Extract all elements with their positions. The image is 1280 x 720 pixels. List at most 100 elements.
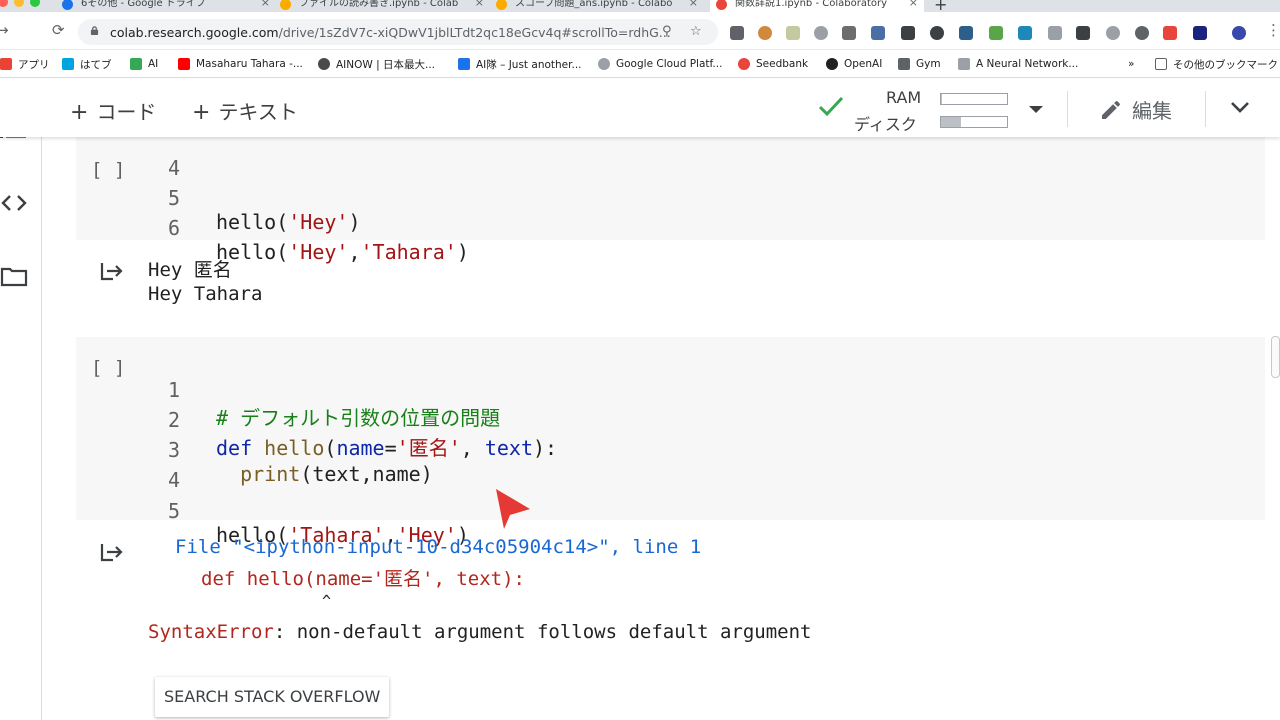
bookmark-gcp[interactable]: Google Cloud Platf... <box>598 56 722 72</box>
window-zoom-button[interactable] <box>30 0 40 7</box>
code-line: 6 hello('Hey','Tahara') <box>76 192 469 264</box>
code-snippets-icon[interactable] <box>0 193 28 213</box>
bookmark-gym[interactable]: Gym <box>898 56 941 72</box>
bookmark-label: OpenAI <box>844 58 883 70</box>
tab-close-icon[interactable]: × <box>475 0 484 8</box>
line-number: 2 <box>168 408 181 432</box>
bookmark-seedbank[interactable]: Seedbank <box>738 56 808 72</box>
notes-extension-icon[interactable] <box>786 26 800 40</box>
pdf-extension-icon[interactable] <box>1163 26 1177 40</box>
m-extension-icon[interactable] <box>1018 26 1032 40</box>
line-number: 4 <box>168 468 181 492</box>
bookmark-openai[interactable]: OpenAI <box>826 56 882 72</box>
bookmark-label: Google Cloud Platf... <box>616 58 723 70</box>
formula-extension-icon[interactable] <box>1048 26 1062 40</box>
bookmark-ainow[interactable]: AINOW | 日本最大... <box>318 56 435 72</box>
tab-close-icon[interactable]: × <box>261 0 270 8</box>
ring-extension-icon[interactable] <box>1135 26 1149 40</box>
code-comment[interactable]: # デフォルト引数の位置の問題 <box>216 402 500 431</box>
s-extension-icon[interactable] <box>842 26 856 40</box>
circle-extension-icon[interactable] <box>1106 26 1120 40</box>
hatena-icon <box>62 58 74 70</box>
bookmarks-bar: アプリ はてブ AI Masaharu Tahara -... AINOW | … <box>0 50 1280 78</box>
bookmark-label: AI <box>148 58 159 70</box>
edit-mode-button[interactable]: 編集 <box>1098 95 1172 124</box>
add-text-button[interactable]: + テキスト <box>192 96 298 125</box>
other-bookmarks-folder[interactable]: その他のブックマーク <box>1155 56 1278 72</box>
bookmark-label: はてブ <box>80 58 112 71</box>
ainow-icon <box>318 58 330 70</box>
leaf-extension-icon[interactable] <box>814 26 828 40</box>
bookmark-label: AINOW | 日本最大... <box>336 58 436 71</box>
node-extension-icon[interactable] <box>989 26 1003 40</box>
browser-tab-file-io[interactable]: ファイルの読み書き.ipynb - Colab × <box>280 0 490 12</box>
output-actions-icon[interactable] <box>99 260 125 282</box>
runtime-dropdown-icon[interactable] <box>1029 106 1043 113</box>
play-extension-icon[interactable] <box>1193 26 1207 40</box>
code-cell[interactable]: [ ] 4 5 hello('Hey') 6 hello('Hey','Taha… <box>76 137 1265 264</box>
bookmark-star-icon[interactable]: ☆ <box>690 24 702 39</box>
add-code-button[interactable]: + コード <box>70 96 156 125</box>
colab-favicon-icon <box>280 0 291 10</box>
lock-icon <box>90 26 99 35</box>
notebook-scrollbar[interactable] <box>1271 336 1280 378</box>
cookie-extension-icon[interactable] <box>758 26 772 40</box>
line-number: 4 <box>168 156 181 180</box>
code-line: 1 # デフォルト引数の位置の問題 <box>76 354 500 430</box>
code-text[interactable]: hello('Hey','Tahara') <box>216 240 469 264</box>
translate-extension-icon[interactable] <box>871 26 885 40</box>
camera-extension-icon[interactable] <box>730 26 744 40</box>
tab-title: 6その他 - Google ドライブ <box>81 0 206 9</box>
profile-avatar-icon[interactable] <box>1232 26 1246 40</box>
window-close-button[interactable] <box>0 0 8 7</box>
bookmark-neural-network[interactable]: A Neural Network... <box>958 56 1078 72</box>
ram-usage-bar[interactable] <box>940 93 1008 105</box>
seedbank-icon <box>738 58 750 70</box>
url-text[interactable]: colab.research.google.com/drive/1sZdV7c-… <box>110 25 671 40</box>
browser-tab-scope[interactable]: スコープ問題_ans.ipynb - Colabo × <box>496 0 704 12</box>
browser-tab-drive[interactable]: 6その他 - Google ドライブ × <box>62 0 276 12</box>
bookmark-apps[interactable]: アプリ <box>0 56 50 72</box>
react-extension-icon[interactable] <box>930 26 944 40</box>
wordpress-icon <box>458 58 470 70</box>
s2-extension-icon[interactable] <box>959 26 973 40</box>
grid-extension-icon[interactable] <box>1076 26 1090 40</box>
code-text[interactable]: def hello(name='匿名', text): <box>216 432 557 461</box>
plug-extension-icon[interactable] <box>901 26 915 40</box>
code-cell[interactable]: [ ] 1 # デフォルト引数の位置の問題 2 def hello(name='… <box>76 337 1265 547</box>
drive-favicon-icon <box>62 0 73 10</box>
bookmarks-overflow-button[interactable]: » <box>1128 56 1134 72</box>
error-message: SyntaxError: non-default argument follow… <box>148 621 811 643</box>
tab-close-icon[interactable]: × <box>909 0 918 8</box>
ram-label: RAM <box>886 88 922 107</box>
chevron-down-icon[interactable] <box>1230 100 1250 114</box>
bookmark-ai[interactable]: AI <box>130 56 158 72</box>
disk-usage-bar[interactable] <box>940 116 1008 128</box>
zoom-search-icon[interactable]: ⚲ <box>662 24 672 39</box>
address-bar[interactable]: colab.research.google.com/drive/1sZdV7c-… <box>78 19 718 45</box>
tab-close-icon[interactable]: × <box>689 0 698 8</box>
browser-tab-functions[interactable]: 関数詳説1.ipynb - Colaboratory × <box>710 0 924 12</box>
code-line: 5 hello('Hey') <box>76 162 361 234</box>
openai-icon <box>826 58 838 70</box>
disk-label: ディスク <box>854 115 917 134</box>
output-actions-icon[interactable] <box>99 541 125 563</box>
code-text[interactable]: hello('Hey') <box>216 210 361 234</box>
reload-icon[interactable]: ⟳ <box>52 21 65 39</box>
line-number: 6 <box>168 216 181 240</box>
window-minimize-button[interactable] <box>14 0 24 7</box>
bookmark-label: Seedbank <box>756 58 809 70</box>
code-text[interactable]: print(text,name) <box>216 462 433 486</box>
forward-icon[interactable]: → <box>0 21 9 39</box>
bookmark-aitai[interactable]: AI隊 – Just another... <box>458 56 582 72</box>
bookmark-hatebu[interactable]: はてブ <box>62 56 112 72</box>
menu-kebab-icon[interactable]: ⋮ <box>1266 21 1280 39</box>
disk-usage-fill <box>941 117 961 127</box>
bookmark-label: A Neural Network... <box>976 58 1079 70</box>
toolbar-divider <box>1067 91 1068 127</box>
folder-icon[interactable] <box>0 265 28 287</box>
search-stack-overflow-button[interactable]: SEARCH STACK OVERFLOW <box>155 677 390 717</box>
traceback-caret: ^ <box>322 592 332 610</box>
bookmark-youtube[interactable]: Masaharu Tahara -... <box>178 56 303 72</box>
plus-icon: + <box>192 100 211 125</box>
